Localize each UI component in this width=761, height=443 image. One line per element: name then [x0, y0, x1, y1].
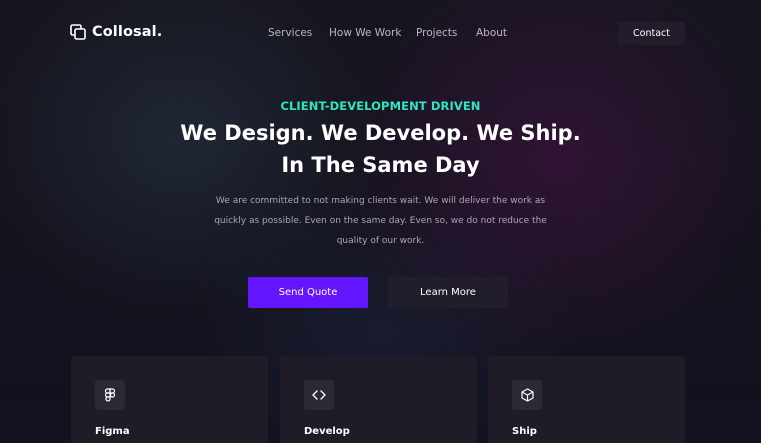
cube-icon	[512, 380, 542, 410]
feature-card-ship: Ship	[488, 356, 685, 443]
figma-icon	[95, 380, 125, 410]
learn-more-button[interactable]: Learn More	[388, 277, 508, 308]
nav-link-projects[interactable]: Projects	[416, 27, 457, 39]
hero-headline-line1: We Design. We Develop. We Ship.	[180, 121, 581, 145]
nav-link-how-we-work[interactable]: How We Work	[329, 27, 401, 39]
feature-title: Develop	[304, 426, 350, 437]
hero-headline-line2: In The Same Day	[281, 153, 480, 177]
feature-card-develop: Develop	[280, 356, 477, 443]
feature-title: Figma	[95, 426, 130, 437]
top-navigation: Collosal. Services How We Work Projects …	[0, 0, 761, 68]
contact-button[interactable]: Contact	[618, 22, 685, 45]
nav-link-about[interactable]: About	[476, 27, 507, 39]
feature-title: Ship	[512, 426, 537, 437]
hero-eyebrow: CLIENT-DEVELOPMENT DRIVEN	[280, 99, 481, 113]
code-brackets-icon	[304, 380, 334, 410]
send-quote-button[interactable]: Send Quote	[248, 277, 368, 308]
nav-link-services[interactable]: Services	[268, 27, 312, 39]
feature-card-figma: Figma	[71, 356, 268, 443]
hero-description: We are committed to not making clients w…	[214, 196, 547, 246]
